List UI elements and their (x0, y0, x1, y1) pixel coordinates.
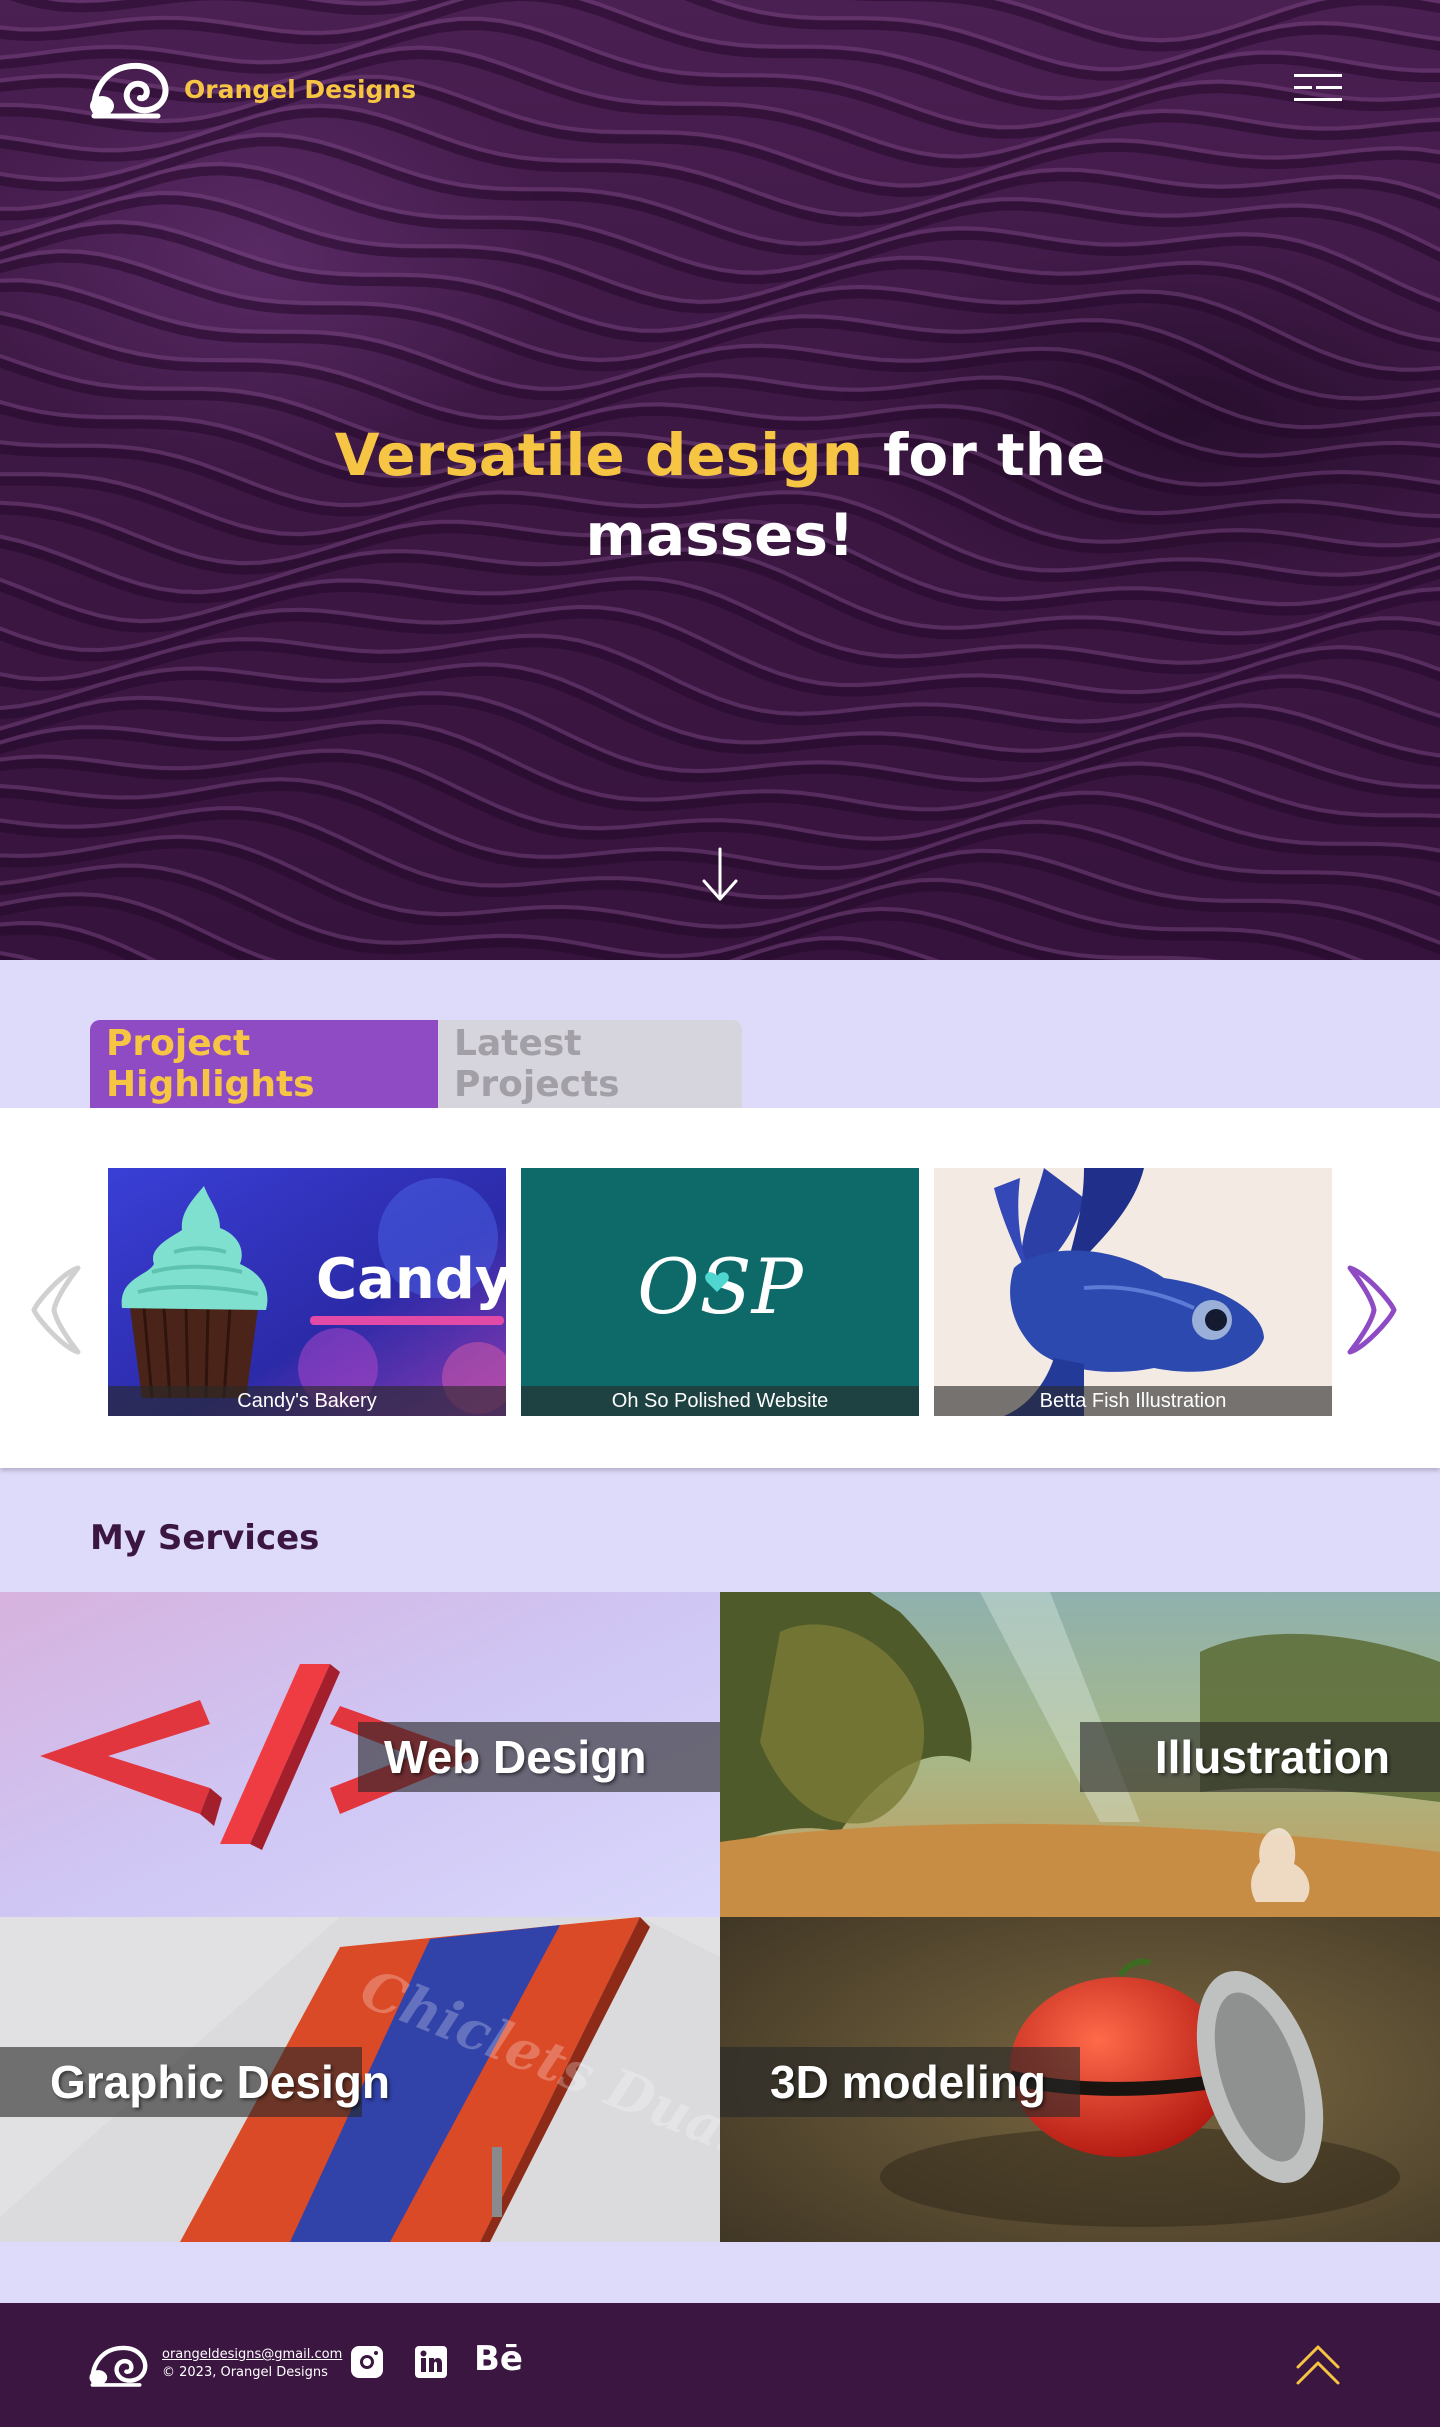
brand-logo[interactable]: Orangel Designs (88, 58, 416, 120)
project-carousel: Candy Candy's Bakery OSP Oh So Polished … (0, 1108, 1440, 1468)
project-card-candys-bakery[interactable]: Candy Candy's Bakery (108, 1168, 506, 1416)
chevron-left-icon[interactable] (24, 1262, 88, 1358)
chevron-right-icon[interactable] (1340, 1262, 1404, 1358)
project-card-oh-so-polished[interactable]: OSP Oh So Polished Website (521, 1168, 919, 1416)
osp-logo-image: OSP (521, 1168, 919, 1416)
behance-icon[interactable]: Bē (474, 2339, 523, 2379)
hero-headline-highlight: Versatile design (334, 421, 863, 489)
project-card-caption: Oh So Polished Website (521, 1386, 919, 1416)
linkedin-icon[interactable] (414, 2345, 448, 2379)
service-label-3d-modeling: 3D modeling (720, 2047, 1080, 2117)
tab-latest-projects[interactable]: Latest Projects (438, 1020, 742, 1108)
service-label-web-design: Web Design (358, 1722, 720, 1792)
candy-logo-text: Candy (316, 1247, 506, 1312)
service-tile-3d-modeling[interactable]: 3D modeling (720, 1917, 1440, 2242)
hero-headline: Versatile design for the masses! (320, 415, 1120, 575)
candys-bakery-image: Candy (108, 1168, 506, 1416)
service-tile-illustration[interactable]: Illustration (720, 1592, 1440, 1917)
project-card-caption: Candy's Bakery (108, 1386, 506, 1416)
project-card-betta-fish[interactable]: Betta Fish Illustration (934, 1168, 1332, 1416)
service-label-illustration: Illustration (1080, 1722, 1440, 1792)
site-footer: orangeldesigns@gmail.com © 2023, Orangel… (0, 2303, 1440, 2427)
instagram-icon[interactable] (350, 2345, 384, 2379)
services-title: My Services (90, 1518, 320, 1558)
footer-email-link[interactable]: orangeldesigns@gmail.com (162, 2347, 342, 2362)
service-tile-web-design[interactable]: Web Design (0, 1592, 720, 1917)
snail-spiral-icon[interactable] (88, 2341, 150, 2389)
brand-name: Orangel Designs (184, 74, 417, 104)
hamburger-menu-icon[interactable] (1294, 74, 1342, 104)
project-card-caption: Betta Fish Illustration (934, 1386, 1332, 1416)
arrow-down-icon[interactable] (698, 845, 742, 905)
footer-copyright: © 2023, Orangel Designs (162, 2365, 328, 2380)
service-label-graphic-design: Graphic Design (0, 2047, 390, 2117)
service-tile-graphic-design[interactable]: Chiclets Dual Graphic Design (0, 1917, 720, 2242)
tab-project-highlights[interactable]: Project Highlights (90, 1020, 438, 1108)
double-chevron-up-icon[interactable] (1294, 2341, 1342, 2387)
snail-spiral-icon (90, 62, 169, 119)
hero-section: Orangel Designs Versatile design for the… (0, 0, 1440, 960)
betta-fish-image (934, 1168, 1332, 1416)
project-tabs: Project Highlights Latest Projects (90, 1020, 742, 1108)
